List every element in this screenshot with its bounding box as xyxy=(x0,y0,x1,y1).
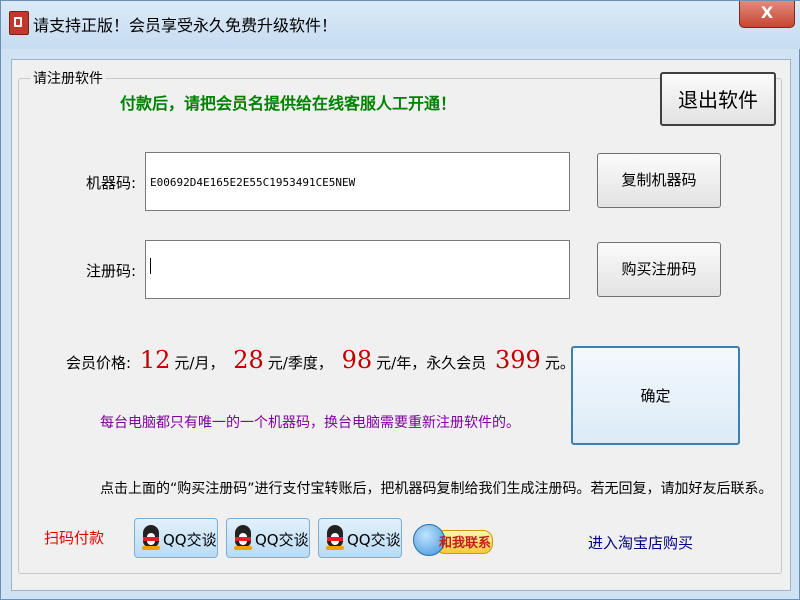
register-code-label: 注册码: xyxy=(86,262,137,280)
price-lifetime: 399 xyxy=(495,346,541,374)
app-icon xyxy=(9,11,29,35)
contact-me-button[interactable]: 和我联系 xyxy=(413,520,493,558)
title-bar[interactable]: 请支持正版！会员享受永久免费升级软件！ X xyxy=(1,1,800,49)
buy-register-code-button[interactable]: 购买注册码 xyxy=(597,242,721,297)
price-monthly-unit: 元/月， xyxy=(174,354,225,372)
taobao-shop-link[interactable]: 进入淘宝店购买 xyxy=(588,532,693,553)
price-yearly: 98 xyxy=(341,346,373,374)
confirm-button[interactable]: 确定 xyxy=(571,346,740,445)
instruction-text: 点击上面的“购买注册码”进行支付宝转账后，把机器码复制给我们生成注册码。若无回复… xyxy=(100,481,773,497)
close-button[interactable]: X xyxy=(739,1,795,28)
qq-chat-label: QQ交谈 xyxy=(347,531,401,549)
payment-notice: 付款后，请把会员名提供给在线客服人工开通！ xyxy=(120,94,457,113)
machine-code-field[interactable]: E00692D4E165E2E55C1953491CE5NEW xyxy=(145,152,570,211)
qq-chat-label: QQ交谈 xyxy=(255,531,309,549)
machine-code-value: E00692D4E165E2E55C1953491CE5NEW xyxy=(150,176,356,189)
group-label: 请注册软件 xyxy=(30,68,106,88)
register-code-input[interactable] xyxy=(145,240,570,299)
qq-chat-button-3[interactable]: QQ交谈 xyxy=(318,518,402,558)
qq-penguin-icon xyxy=(140,525,162,551)
contact-me-label: 和我联系 xyxy=(439,536,492,551)
price-label: 会员价格: xyxy=(66,354,132,372)
window-title: 请支持正版！会员享受永久免费升级软件！ xyxy=(33,16,338,35)
exit-button[interactable]: 退出软件 xyxy=(660,72,776,126)
qq-penguin-icon xyxy=(324,525,346,551)
machine-code-label: 机器码: xyxy=(86,174,137,192)
price-line: 会员价格: 12 元/月， 28 元/季度， 98 元/年，永久会员 399 元。 xyxy=(66,346,575,374)
qq-chat-button-1[interactable]: QQ交谈 xyxy=(134,518,218,558)
unique-machine-note: 每台电脑都只有唯一的一个机器码，换台电脑需要重新注册软件的。 xyxy=(100,415,520,431)
scan-pay-label[interactable]: 扫码付款 xyxy=(44,527,104,548)
copy-machine-code-button[interactable]: 复制机器码 xyxy=(597,153,721,208)
qq-chat-button-2[interactable]: QQ交谈 xyxy=(226,518,310,558)
price-quarterly: 28 xyxy=(233,346,264,374)
text-caret xyxy=(150,258,151,274)
qq-chat-label: QQ交谈 xyxy=(163,531,217,549)
price-quarterly-unit: 元/季度， xyxy=(267,354,333,372)
price-yearly-unit: 元/年，永久会员 xyxy=(376,354,487,372)
price-monthly: 12 xyxy=(139,346,171,374)
qq-penguin-icon xyxy=(232,525,254,551)
